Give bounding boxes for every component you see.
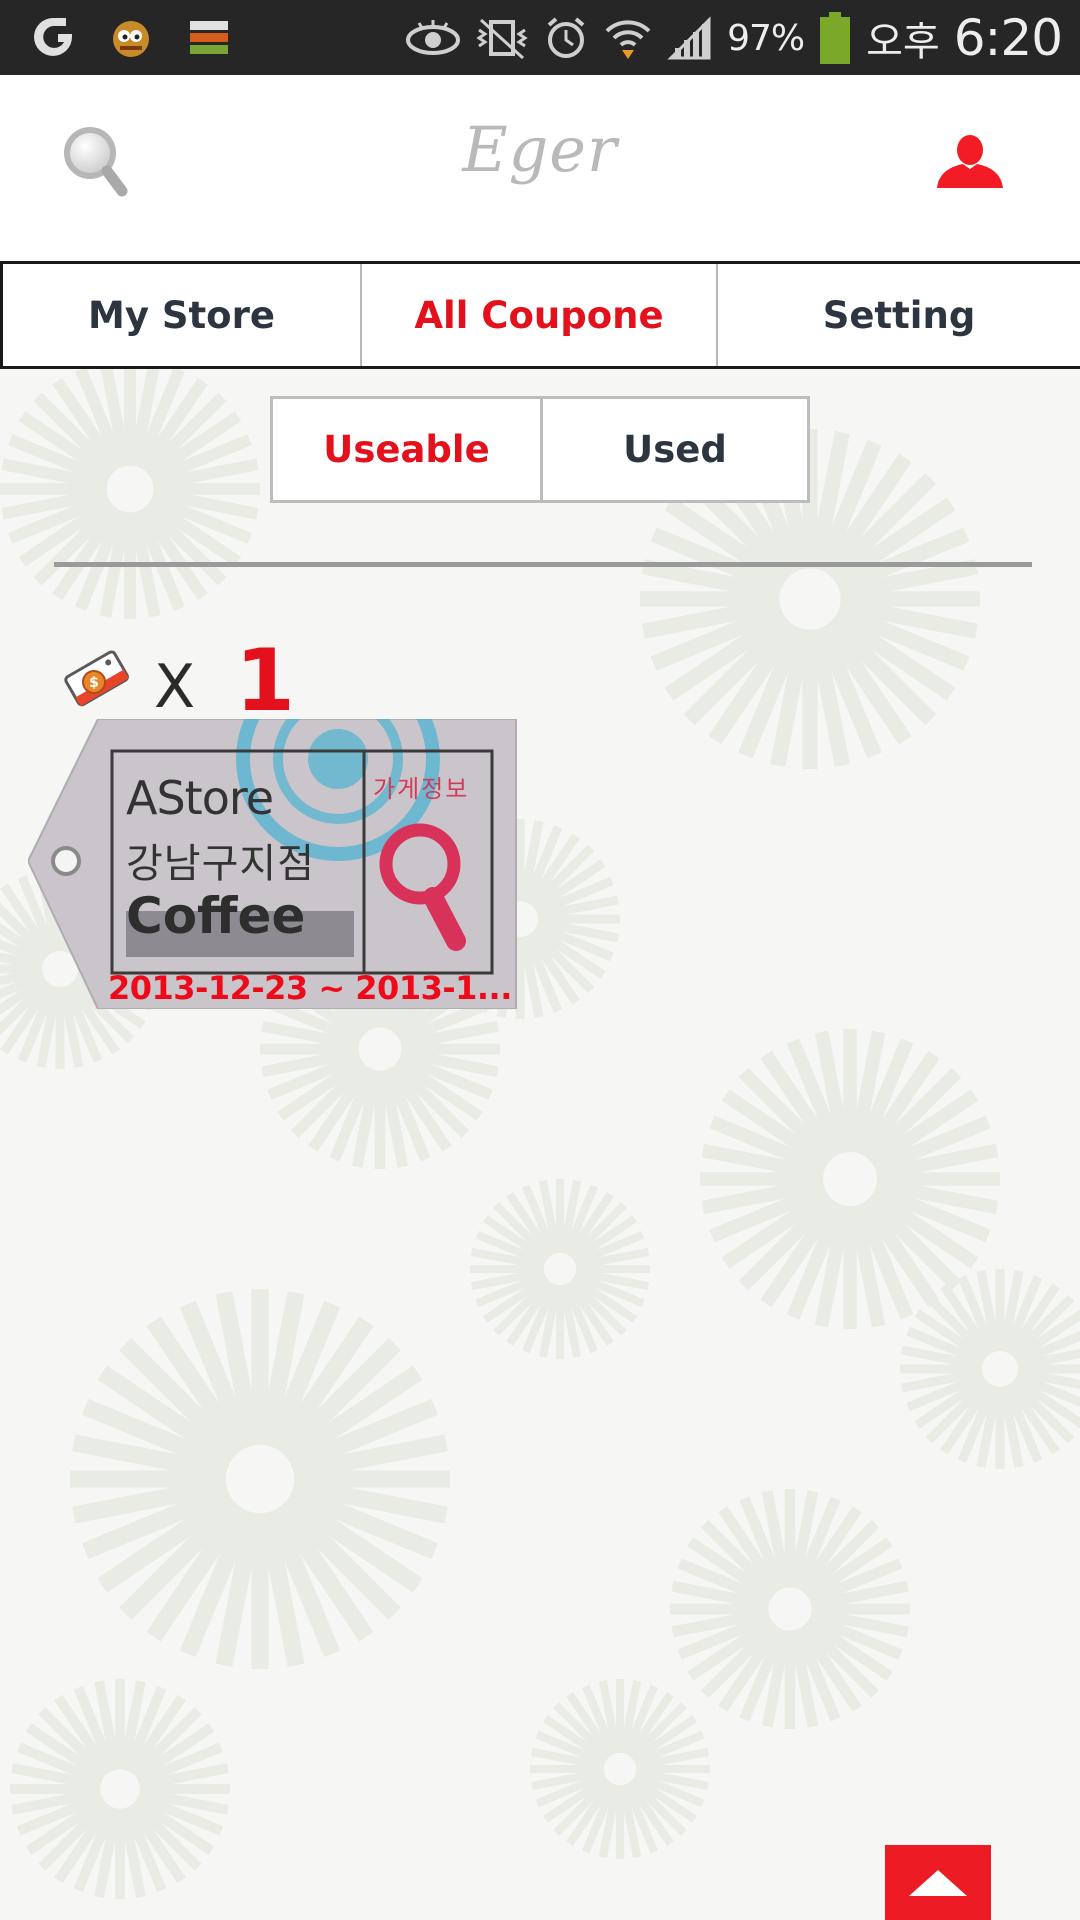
profile-button[interactable]: [935, 133, 1005, 189]
arrow-up-icon: [909, 1869, 967, 1896]
app-title: Eger: [462, 113, 618, 186]
status-bar: 97% 오후 6:20: [0, 0, 1080, 75]
user-icon: [937, 135, 1003, 188]
main-tabs: My Store All Coupone Setting: [0, 261, 1080, 369]
coupon-filter-tabs: Useable Used: [270, 396, 810, 503]
tab-useable[interactable]: Useable: [273, 399, 540, 500]
am-pm-indicator: 오후: [866, 19, 940, 65]
tab-all-coupone[interactable]: All Coupone: [362, 264, 718, 366]
stack-app-icon: [184, 14, 234, 60]
tab-my-store[interactable]: My Store: [0, 264, 362, 366]
svg-text:$: $: [89, 675, 99, 691]
tab-setting[interactable]: Setting: [718, 264, 1080, 366]
tab-used[interactable]: Used: [540, 399, 807, 500]
clock-time: 6:20: [953, 9, 1063, 67]
wifi-icon: [605, 20, 651, 59]
count-multiplier: X: [154, 652, 196, 722]
count-value: 1: [235, 631, 295, 731]
coupon-date-range: 2013-12-23 ~ 2013-1...: [108, 969, 512, 1007]
store-info-link[interactable]: 가게정보: [373, 769, 469, 804]
coupon-category: Coffee: [126, 887, 306, 945]
mascot-app-icon: [106, 14, 156, 60]
coupon-count: $ X 1: [62, 614, 295, 724]
coupon-store-name: AStore: [126, 771, 274, 825]
divider: [54, 562, 1032, 567]
app-header: Eger: [0, 75, 1080, 261]
scroll-top-button[interactable]: [885, 1845, 991, 1920]
coupon-card[interactable]: AStore 강남구지점 Coffee 가게정보 2013-12-23 ~ 20…: [28, 719, 518, 1009]
g-app-icon: [28, 14, 78, 60]
coupon-branch: 강남구지점: [126, 841, 315, 887]
coupon-tag-icon: $: [64, 650, 129, 707]
battery-icon: [820, 12, 851, 64]
battery-percent: 97%: [727, 17, 805, 59]
background-pattern: [0, 369, 1080, 1920]
vibrate-icon: [476, 18, 528, 60]
coupon-content[interactable]: Useable Used $ X 1 AStore 강남구지점 Coffee 가…: [0, 369, 1080, 1920]
eye-icon: [406, 20, 461, 55]
signal-icon: [667, 16, 711, 60]
alarm-icon: [547, 17, 585, 58]
